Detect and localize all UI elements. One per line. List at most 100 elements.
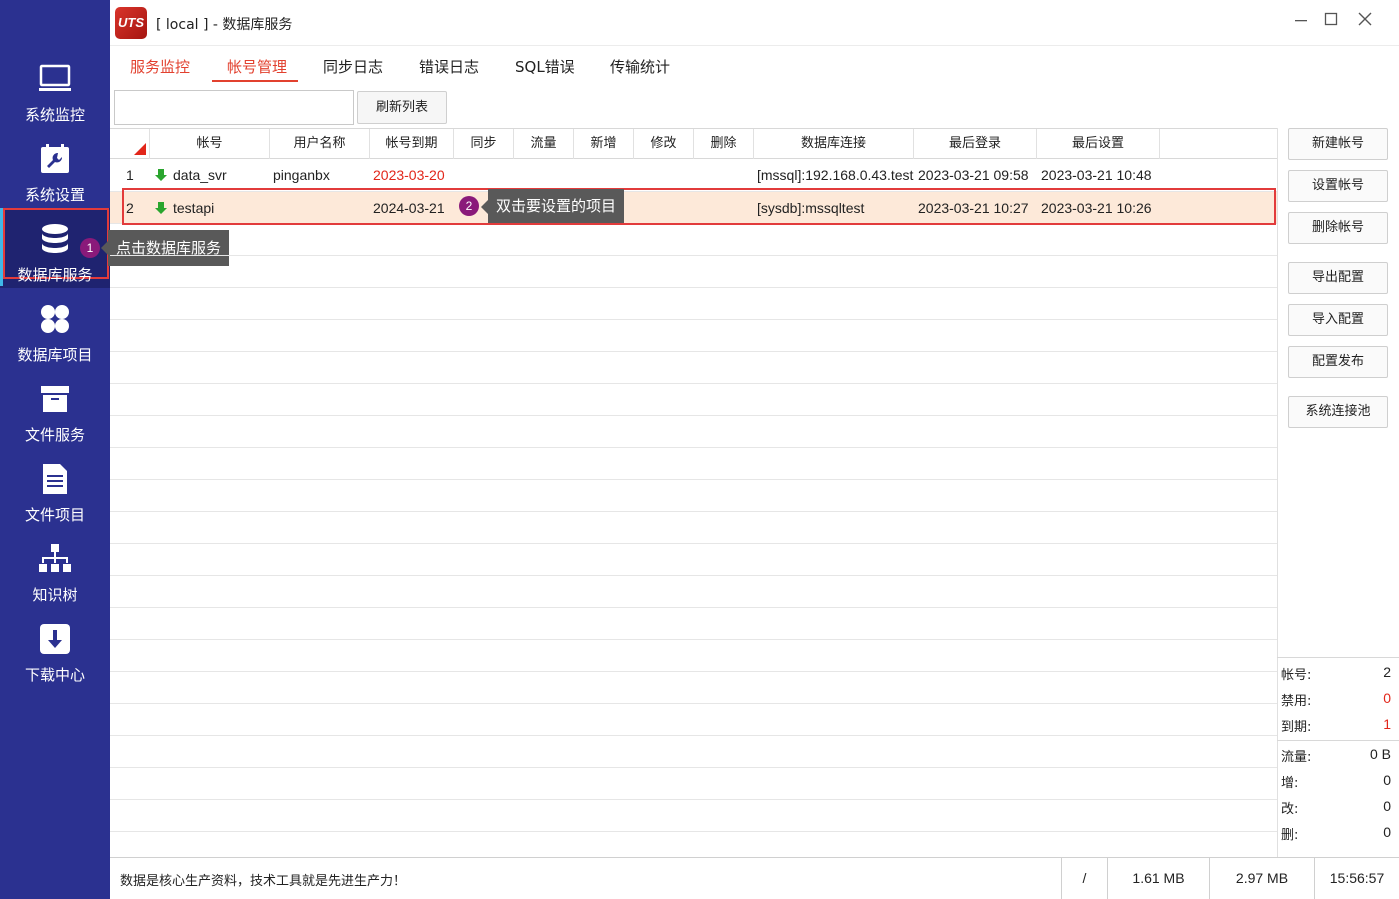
tab-error-log[interactable]: 错误日志 [419, 56, 479, 77]
sidebar-item-label: 知识树 [32, 586, 78, 604]
sidebar-item-file-service[interactable]: 文件服务 [0, 368, 110, 448]
status-slash: / [1061, 858, 1107, 899]
row-divider [110, 479, 1277, 480]
maximize-button[interactable] [1318, 8, 1344, 28]
close-button[interactable] [1352, 8, 1378, 28]
close-icon [1358, 12, 1372, 26]
row-divider [110, 319, 1277, 320]
row-divider [110, 287, 1277, 288]
stat-value: 1 [1383, 716, 1391, 732]
status-bar: 数据是核心生产资料，技术工具就是先进生产力！ / 1.61 MB 2.97 MB… [110, 857, 1399, 899]
table-header: 帐号 用户名称 帐号到期 同步 流量 新增 修改 删除 数据库连接 最后登录 最… [110, 129, 1277, 159]
export-config-button[interactable]: 导出配置 [1288, 262, 1388, 294]
stat-value: 0 B [1369, 746, 1391, 762]
col-db-connection[interactable]: 数据库连接 [754, 129, 914, 159]
col-traffic[interactable]: 流量 [514, 129, 574, 159]
accounts-table: 帐号 用户名称 帐号到期 同步 流量 新增 修改 删除 数据库连接 最后登录 最… [110, 128, 1277, 857]
sidebar-item-label: 数据库项目 [17, 346, 93, 364]
sidebar-item-system-monitor[interactable]: 系统监控 [0, 48, 110, 128]
col-expiry[interactable]: 帐号到期 [370, 129, 454, 159]
maximize-icon [1324, 12, 1338, 26]
sidebar-item-database-project[interactable]: 数据库项目 [0, 288, 110, 368]
row-divider [110, 255, 1277, 256]
delete-account-button[interactable]: 删除帐号 [1288, 212, 1388, 244]
step2-badge: 2 [459, 196, 479, 216]
title-bar: UTS [ local ] - 数据库服务 [110, 0, 1399, 46]
minimize-button[interactable] [1288, 8, 1314, 28]
tab-sync-log[interactable]: 同步日志 [323, 56, 383, 77]
database-icon [38, 222, 72, 256]
document-list-icon [38, 462, 72, 496]
set-account-button[interactable]: 设置帐号 [1288, 170, 1388, 202]
sidebar-item-download-center[interactable]: 下载中心 [0, 608, 110, 688]
sidebar-item-system-settings[interactable]: 系统设置 [0, 128, 110, 208]
row-divider [110, 575, 1277, 576]
row-divider [110, 511, 1277, 512]
tab-service-monitor[interactable]: 服务监控 [130, 56, 190, 77]
new-account-button[interactable]: 新建帐号 [1288, 128, 1388, 160]
app-logo: UTS [115, 7, 147, 39]
publish-config-button[interactable]: 配置发布 [1288, 346, 1388, 378]
col-username[interactable]: 用户名称 [270, 129, 370, 159]
sidebar-item-label: 文件项目 [24, 506, 85, 524]
col-account[interactable]: 帐号 [150, 129, 270, 159]
cell-expiry: 2023-03-20 [373, 167, 445, 183]
cell-username: pinganbx [273, 167, 330, 183]
search-input[interactable] [114, 90, 354, 125]
sidebar-item-file-project[interactable]: 文件项目 [0, 448, 110, 528]
col-last-set[interactable]: 最后设置 [1037, 129, 1160, 159]
org-tree-icon [38, 542, 72, 576]
step2-highlight-box [122, 188, 1276, 225]
sort-corner-icon [134, 143, 146, 155]
tab-bar: 服务监控 帐号管理 同步日志 错误日志 SQL错误 传输统计 [110, 47, 1399, 85]
col-add[interactable]: 新增 [574, 129, 634, 159]
row-divider [110, 607, 1277, 608]
stats-divider [1277, 740, 1399, 741]
sidebar-item-label: 数据库服务 [17, 266, 93, 284]
archive-box-icon [38, 382, 72, 416]
col-last-login[interactable]: 最后登录 [914, 129, 1037, 159]
stats-divider [1277, 657, 1399, 658]
sidebar-item-label: 系统设置 [24, 186, 85, 204]
down-arrow-icon [155, 169, 167, 181]
active-tab-underline [212, 80, 298, 82]
status-memory-1: 1.61 MB [1107, 858, 1209, 899]
row-divider [110, 703, 1277, 704]
cell-last-login: 2023-03-21 09:58 [918, 167, 1029, 183]
cell-db-connection: [mssql]:192.168.0.43.test [757, 167, 914, 183]
sidebar-item-knowledge-tree[interactable]: 知识树 [0, 528, 110, 608]
tab-sql-error[interactable]: SQL错误 [515, 56, 575, 77]
row-divider [110, 383, 1277, 384]
tab-account-management[interactable]: 帐号管理 [227, 56, 287, 77]
row-divider [110, 543, 1277, 544]
row-divider [110, 671, 1277, 672]
import-config-button[interactable]: 导入配置 [1288, 304, 1388, 336]
row-divider [110, 447, 1277, 448]
stat-label: 流量: [1281, 750, 1312, 765]
stat-value: 2 [1383, 664, 1391, 680]
row-divider [110, 415, 1277, 416]
sidebar-item-label: 下载中心 [24, 666, 85, 684]
stat-value: 0 [1383, 824, 1391, 840]
refresh-list-button[interactable]: 刷新列表 [357, 91, 447, 124]
download-icon [38, 622, 72, 656]
col-delete[interactable]: 删除 [694, 129, 754, 159]
stat-label: 到期: [1281, 720, 1312, 735]
header-corner [110, 129, 150, 159]
stat-label: 改: [1281, 802, 1299, 817]
stat-label: 帐号: [1281, 668, 1312, 683]
row-divider [110, 735, 1277, 736]
connection-pool-button[interactable]: 系统连接池 [1288, 396, 1388, 428]
row-divider [110, 767, 1277, 768]
status-clock: 15:56:57 [1314, 858, 1399, 899]
settings-wrench-icon [38, 142, 72, 176]
stat-label: 禁用: [1281, 694, 1312, 709]
tab-transfer-stats[interactable]: 传输统计 [610, 56, 670, 77]
grid-dots-icon [38, 302, 72, 336]
col-modify[interactable]: 修改 [634, 129, 694, 159]
col-sync[interactable]: 同步 [454, 129, 514, 159]
row-divider [110, 351, 1277, 352]
row-divider [110, 799, 1277, 800]
status-memory-2: 2.97 MB [1209, 858, 1314, 899]
monitor-icon [38, 62, 72, 96]
